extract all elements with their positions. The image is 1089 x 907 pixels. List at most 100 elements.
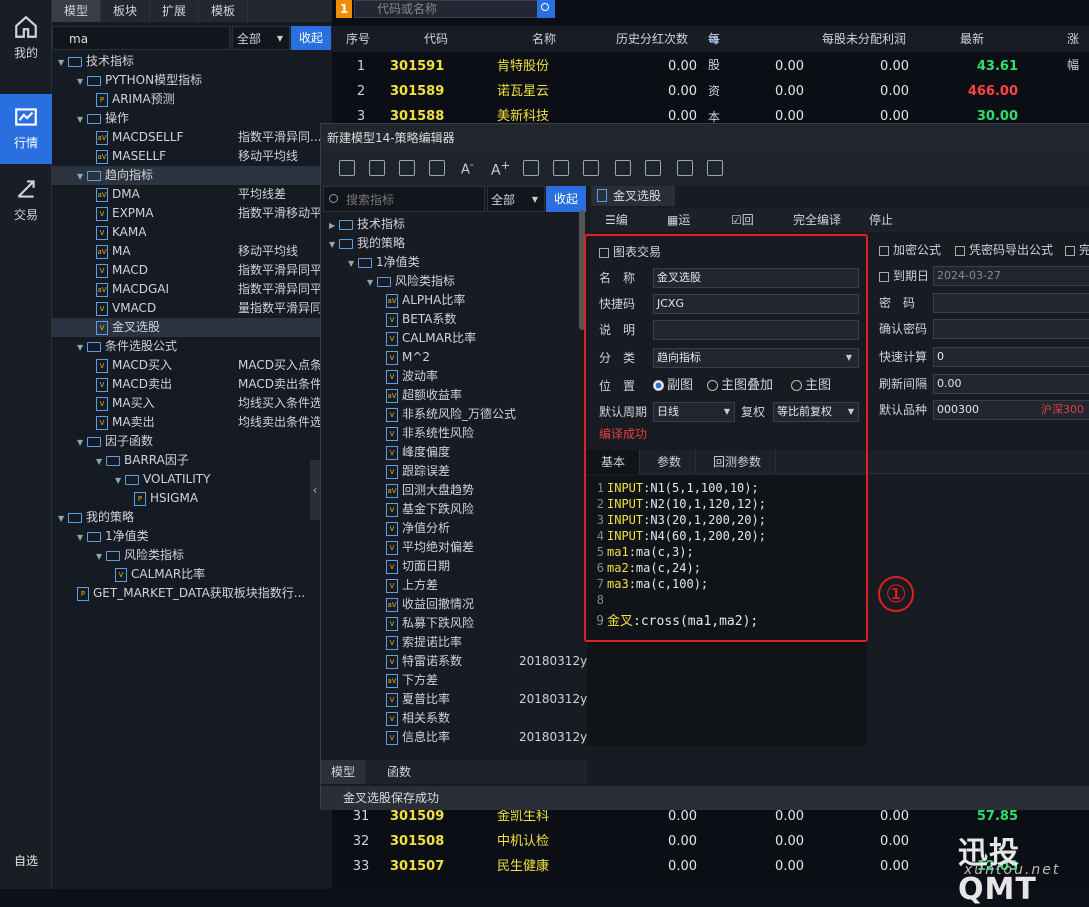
tab-extend[interactable]: 扩展 (150, 0, 200, 22)
compile-button[interactable]: ☰ 编译 (605, 208, 628, 251)
expand-icon[interactable]: ▼ (77, 110, 87, 129)
tree-item[interactable]: ▼ 我的策略 (52, 508, 332, 527)
col-header[interactable]: 历史分红次数 (616, 26, 688, 52)
tree-item[interactable]: V 峰度偏度 (386, 443, 450, 462)
tree-item[interactable]: V MACD买入 MACD买入点条... (52, 356, 333, 375)
collapse-handle-icon[interactable]: ‹ (310, 460, 320, 520)
nav-item-trade[interactable]: 交易 (0, 166, 52, 236)
tab-sector[interactable]: 板块 (101, 0, 151, 22)
list-icon[interactable] (645, 160, 661, 176)
doc-icon[interactable] (615, 160, 631, 176)
editor-filter-select[interactable]: 全部 ▼ (487, 186, 545, 212)
backtest-button[interactable]: ☑ 回测 (731, 208, 754, 251)
font-larger-icon[interactable]: A+ (491, 158, 510, 179)
col-header[interactable]: 最新 (960, 26, 984, 52)
tree-item[interactable]: V 非系统性风险 (386, 424, 474, 443)
tree-item[interactable]: V 切面日期 (386, 557, 450, 576)
expand-icon[interactable]: ▼ (77, 167, 87, 186)
save-as-icon[interactable] (399, 160, 415, 176)
tree-item[interactable]: V M^2 (386, 348, 430, 367)
save-icon[interactable] (339, 160, 355, 176)
expand-icon[interactable]: ▼ (58, 509, 68, 528)
search-input[interactable]: ma (52, 26, 230, 50)
save-all-icon[interactable] (369, 160, 385, 176)
table-row[interactable]: 2 301589 诺瓦星云 0.00 0.00 0.00 466.00 (332, 79, 1089, 104)
tab-function[interactable]: 函数 (377, 760, 421, 784)
tree-item[interactable]: ▼ 技术指标 (52, 52, 332, 71)
code-search-input[interactable]: 代码或名称 (354, 0, 554, 18)
tree-item[interactable]: ▼ 因子函数 (52, 432, 332, 451)
expand-icon[interactable]: ▼ (367, 273, 377, 292)
tree-item[interactable]: V VMACD 量指数平滑异同平... (52, 299, 345, 318)
refresh-field[interactable]: 0.00 (933, 374, 1089, 394)
col-header[interactable]: 代码 (424, 26, 448, 52)
tree-item[interactable]: aV 收益回撤情况 (386, 595, 474, 614)
indicator-search-input[interactable]: 搜索指标 (323, 186, 485, 212)
tree-item[interactable]: V 净值分析 (386, 519, 450, 538)
expand-icon[interactable]: ▼ (96, 547, 106, 566)
tree-item[interactable]: V MACD 指数平滑异同平均线 (52, 261, 346, 280)
tree-item[interactable]: V 跟踪误差 (386, 462, 450, 481)
tree-item[interactable]: V CALMAR比率 (386, 329, 476, 348)
expand-icon[interactable]: ▼ (348, 254, 358, 273)
tree-item[interactable]: aV MA 移动平均线 (52, 242, 332, 261)
pwd-export-checkbox[interactable]: 凭密码导出公式 (955, 238, 1053, 262)
col-header[interactable]: 每股未分配利润 (822, 26, 906, 52)
find-icon[interactable] (583, 160, 599, 176)
tree-item[interactable]: aV 超额收益率 (386, 386, 462, 405)
tree-item[interactable]: ▼ VOLATILITY (52, 470, 332, 489)
tree-item[interactable]: V 基金下跌风险 (386, 500, 474, 519)
tree-item[interactable]: ▼ 风险类指标 (52, 546, 332, 565)
tree-item[interactable]: V 信息比率 20180312yry (386, 728, 589, 747)
search-button[interactable] (537, 0, 555, 18)
tree-item[interactable]: V KAMA (52, 223, 332, 242)
tree-item[interactable]: V CALMAR比率 (52, 565, 332, 584)
tree-item[interactable]: V 夏普比率 20180312yry (386, 690, 589, 709)
tree-item[interactable]: P HSIGMA (52, 489, 332, 508)
expand-icon[interactable]: ▼ (77, 338, 87, 357)
expand-icon[interactable]: ▼ (77, 433, 87, 452)
expand-icon[interactable]: ▼ (115, 471, 125, 490)
tree-item[interactable]: V 金叉选股 (52, 318, 332, 337)
expand-icon[interactable]: ▼ (58, 53, 68, 72)
tree-item[interactable]: ▼ 条件选股公式 (52, 337, 332, 356)
expand-icon[interactable]: ▼ (329, 235, 339, 254)
settings-icon[interactable] (707, 160, 723, 176)
import-icon[interactable] (523, 160, 539, 176)
tree-item[interactable]: ▼ PYTHON模型指标 (52, 71, 332, 90)
tree-item[interactable]: P GET_MARKET_DATA获取板块指数行... (52, 584, 332, 603)
tree-item[interactable]: V 相关系数 (386, 709, 450, 728)
tree-item[interactable]: V MA卖出 均线卖出条件选股 (52, 413, 334, 432)
tree-item[interactable]: aV DMA 平均线差 (52, 185, 332, 204)
tree-item[interactable]: ▼ 1净值类 (52, 527, 332, 546)
expand-icon[interactable]: ▶ (329, 216, 339, 235)
confirm-password-field[interactable] (933, 319, 1089, 339)
tree-item[interactable]: V EXPMA 指数平滑移动平均线 (52, 204, 346, 223)
col-header[interactable]: 名称 (532, 26, 556, 52)
nav-item-mine[interactable]: 我的 (0, 4, 52, 74)
file-tab[interactable]: 金叉选股 (591, 186, 675, 206)
collapse-button[interactable]: 收起 (291, 26, 331, 50)
expire-checkbox[interactable]: 到期日 (879, 264, 929, 288)
filter-select[interactable]: 全部 ▼ (232, 26, 290, 50)
expand-icon[interactable]: ▼ (96, 452, 106, 471)
tab-model[interactable]: 模型 (52, 0, 102, 22)
image-icon[interactable] (677, 160, 693, 176)
tree-item[interactable]: ▼ 风险类指标 (367, 272, 455, 291)
font-smaller-icon[interactable]: A- (461, 158, 474, 177)
tree-item[interactable]: V 私募下跌风险 (386, 614, 474, 633)
tree-item[interactable]: P ARIMA预测 (52, 90, 332, 109)
tab-model[interactable]: 模型 (321, 760, 366, 784)
tree-item[interactable]: ▼ 趋向指标 (52, 166, 332, 185)
export-icon[interactable] (553, 160, 569, 176)
tree-item[interactable]: aV 回测大盘趋势 (386, 481, 474, 500)
tree-item[interactable]: V 非系统风险_万德公式 (386, 405, 516, 424)
tree-item[interactable]: V 索提诺比率 (386, 633, 462, 652)
tree-item[interactable]: V 平均绝对偏差 (386, 538, 474, 557)
tree-item[interactable]: ▼ BARRA因子 (52, 451, 332, 470)
run-button[interactable]: ▦ 运行 (667, 208, 690, 251)
nav-item-market[interactable]: 行情 (0, 94, 52, 164)
symbol-field[interactable]: 000300 沪深300 (933, 400, 1089, 420)
nav-item-watchlist[interactable]: 自选 (0, 852, 52, 869)
more-checkbox[interactable]: 完 (1065, 238, 1089, 262)
